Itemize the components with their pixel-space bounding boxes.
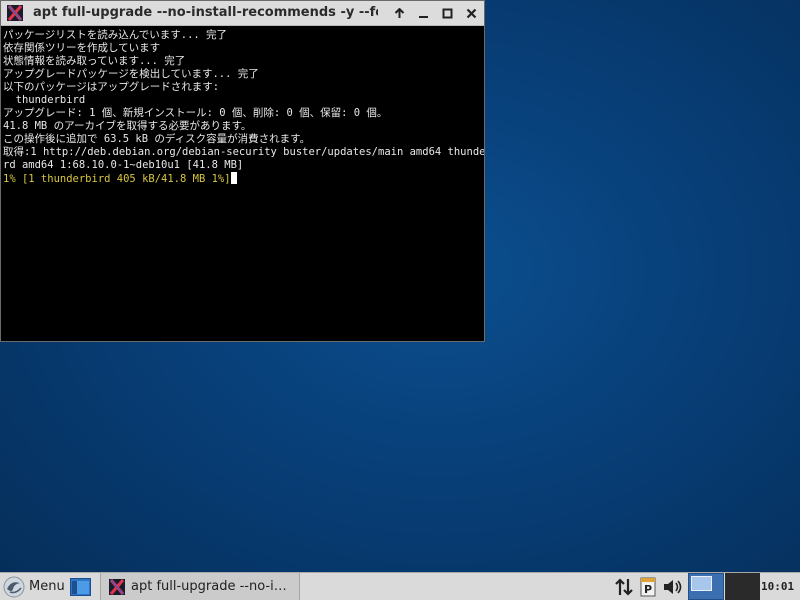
maximize-button[interactable] xyxy=(438,5,456,22)
xterm-x-icon xyxy=(7,5,23,21)
clock[interactable]: 10:01 xyxy=(761,580,794,593)
taskbar-item-terminal[interactable]: apt full-upgrade --no-i… xyxy=(100,573,300,600)
minimize-icon xyxy=(418,16,428,18)
volume-icon[interactable] xyxy=(662,577,684,597)
close-icon xyxy=(466,8,476,19)
text-cursor xyxy=(230,172,237,184)
taskbar: Menu apt full-upgrade --no-i… P 10:01 xyxy=(0,572,800,600)
workspace-window-thumb xyxy=(691,576,712,591)
maximize-up-button[interactable] xyxy=(390,5,408,22)
xterm-x-icon xyxy=(109,579,125,595)
terminal-line: rd amd64 1:68.10.0-1~deb10u1 [41.8 MB] xyxy=(3,159,244,171)
file-manager-icon[interactable] xyxy=(70,578,91,596)
arrow-up-icon xyxy=(394,8,404,18)
minimize-button[interactable] xyxy=(414,5,432,22)
terminal-line: アップグレード: 1 個、新規インストール: 0 個、削除: 0 個、保留: 0… xyxy=(3,107,388,119)
terminal-line: 41.8 MB のアーカイブを取得する必要があります。 xyxy=(3,120,252,132)
terminal-line: 以下のパッケージはアップグレードされます: xyxy=(3,81,220,93)
terminal-line: thunderbird xyxy=(3,94,86,106)
terminal-line: この操作後に追加で 63.5 kB のディスク容量が消費されます。 xyxy=(3,133,311,145)
terminal-line: パッケージリストを読み込んでいます... 完了 xyxy=(3,29,228,41)
start-menu-button[interactable]: Menu xyxy=(0,573,98,600)
terminal-line: 依存関係ツリーを作成しています xyxy=(3,42,161,54)
network-arrows-icon[interactable] xyxy=(614,577,634,597)
taskbar-item-label: apt full-upgrade --no-i… xyxy=(131,579,287,594)
workspace-1[interactable] xyxy=(688,573,724,600)
lxde-swirl-icon xyxy=(3,576,25,598)
terminal-output[interactable]: パッケージリストを読み込んでいます... 完了 依存関係ツリーを作成しています … xyxy=(3,29,484,339)
terminal-line: 取得:1 http://deb.debian.org/debian-securi… xyxy=(3,146,484,158)
window-title: apt full-upgrade --no-install-recommends… xyxy=(33,5,378,20)
terminal-window[interactable]: apt full-upgrade --no-install-recommends… xyxy=(0,0,485,342)
svg-text:P: P xyxy=(644,583,652,596)
terminal-line: アップグレードパッケージを検出しています... 完了 xyxy=(3,68,259,80)
maximize-icon xyxy=(442,8,452,19)
package-updater-icon[interactable]: P xyxy=(640,577,656,597)
menu-label: Menu xyxy=(29,579,65,594)
window-titlebar[interactable]: apt full-upgrade --no-install-recommends… xyxy=(1,1,484,26)
terminal-line: 状態情報を読み取っています... 完了 xyxy=(3,55,186,67)
download-progress-line: 1% [1 thunderbird 405 kB/41.8 MB 1%] xyxy=(3,173,231,185)
close-button[interactable] xyxy=(462,5,480,22)
progress-row: 1% [1 thunderbird 405 kB/41.8 MB 1%] xyxy=(3,172,484,185)
workspace-2[interactable] xyxy=(725,573,760,600)
